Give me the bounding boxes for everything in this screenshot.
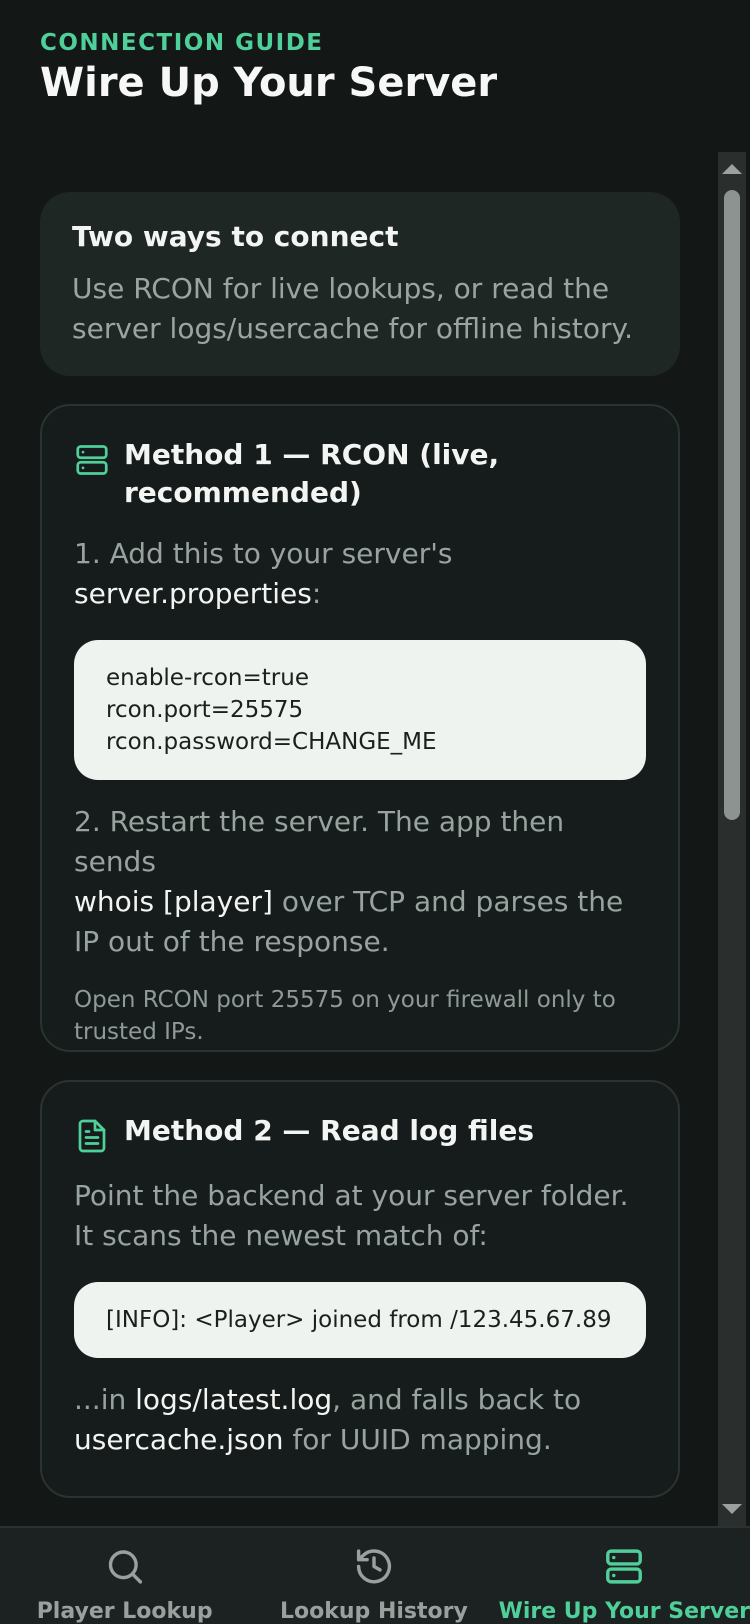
log-pattern-code-block: [INFO]: <Player> joined from /123.45.67.…: [74, 1282, 646, 1358]
method2-intro: Point the backend at your server folder.…: [74, 1179, 629, 1252]
scrollbar[interactable]: [718, 152, 746, 1526]
tab-label: Wire Up Your Server: [498, 1599, 750, 1624]
method2-title: Method 2 — Read log files: [124, 1114, 535, 1147]
outro-file: logs/latest.log: [135, 1383, 333, 1416]
step1-file: server.properties: [74, 577, 312, 610]
method1-title: Method 1 — RCON (live, recommended): [124, 438, 500, 509]
step1-prefix: 1. Add this to your server's: [74, 537, 453, 570]
page-header: CONNECTION GUIDE Wire Up Your Server: [40, 30, 497, 106]
outro-prefix: ...in: [74, 1383, 136, 1416]
server-icon: [606, 1549, 643, 1584]
scroll-down-arrow-icon[interactable]: [722, 1504, 742, 1514]
outro-suffix: for UUID mapping.: [283, 1423, 552, 1456]
code-line: rcon.password=CHANGE_ME: [106, 729, 437, 755]
scroll-up-arrow-icon[interactable]: [722, 164, 742, 174]
tab-wire-up-server[interactable]: Wire Up Your Server: [499, 1528, 750, 1624]
step2-command: whois [player]: [74, 885, 273, 918]
method1-step2: 2. Restart the server. The app then send…: [74, 802, 646, 962]
tab-label: Player Lookup: [36, 1599, 213, 1624]
intro-text: Use RCON for live lookups, or read the s…: [72, 272, 633, 345]
outro-middle: , and falls back to: [332, 1383, 582, 1416]
content-scroll-area[interactable]: Two ways to connect Use RCON for live lo…: [0, 152, 750, 1526]
step1-suffix: :: [311, 577, 322, 610]
page-eyebrow: CONNECTION GUIDE: [40, 30, 324, 56]
bottom-tab-bar: Player Lookup Lookup History Wire Up You…: [0, 1526, 750, 1624]
server-icon: [76, 445, 108, 475]
step2-prefix: 2. Restart the server. The app then send…: [74, 805, 565, 878]
page-title: Wire Up Your Server: [40, 60, 498, 106]
tab-label: Lookup History: [280, 1599, 468, 1624]
firewall-note: Open RCON port 25575 on your firewall on…: [74, 987, 616, 1045]
method1-card: Method 1 — RCON (live, recommended) 1. A…: [40, 404, 680, 1052]
tab-player-lookup[interactable]: Player Lookup: [0, 1528, 249, 1624]
method1-step1: 1. Add this to your server's server.prop…: [74, 534, 646, 614]
history-icon: [356, 1549, 391, 1584]
search-icon: [108, 1550, 142, 1584]
intro-title: Two ways to connect: [72, 220, 399, 253]
outro-cache: usercache.json: [74, 1423, 284, 1456]
code-line: [INFO]: <Player> joined from /123.45.67.…: [106, 1307, 612, 1333]
method2-card: Method 2 — Read log files Point the back…: [40, 1080, 680, 1498]
scrollbar-thumb[interactable]: [724, 190, 740, 820]
intro-card: Two ways to connect Use RCON for live lo…: [40, 192, 680, 376]
file-text-icon: [78, 1119, 106, 1153]
method2-outro: ...in logs/latest.log, and falls back to…: [74, 1380, 646, 1460]
tab-lookup-history[interactable]: Lookup History: [249, 1528, 498, 1624]
rcon-config-code-block: enable-rcon=true rcon.port=25575 rcon.pa…: [74, 640, 646, 780]
code-line: enable-rcon=true: [106, 665, 309, 691]
code-line: rcon.port=25575: [106, 697, 304, 723]
